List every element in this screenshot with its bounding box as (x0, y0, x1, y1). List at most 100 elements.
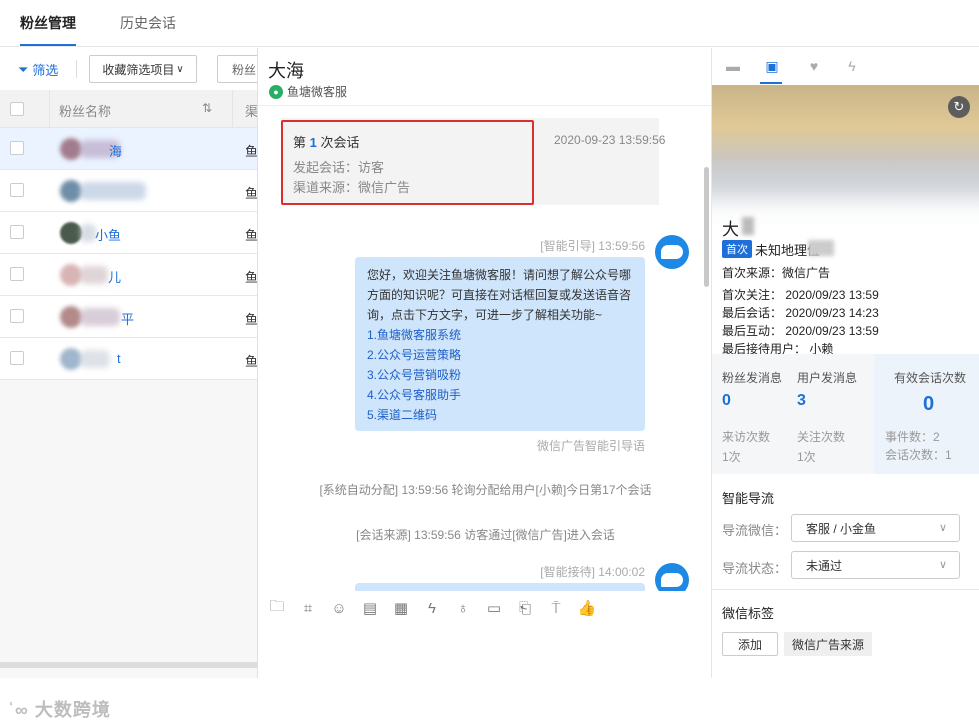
guide-status-select[interactable]: 未通过 ∨ (791, 551, 960, 579)
contact-card-icon[interactable]: ▣ (763, 57, 781, 75)
session-title: 第 1 次会话 (293, 132, 360, 151)
chevron-down-icon: ∨ (176, 63, 184, 75)
message-text: 您好，欢迎关注鱼塘微客服！请问想了解公众号哪方面的知识呢？可直接在对话框回复或发… (367, 268, 632, 322)
message-link[interactable]: 1.鱼塘微客服系统 (367, 325, 633, 345)
sort-icon[interactable]: ⇅ (202, 101, 212, 115)
table-header: 粉丝名称 ⇅ 渠 (0, 90, 260, 380)
name-blur (80, 182, 146, 200)
row-checkbox[interactable] (10, 225, 24, 239)
session-prefix: 第 (293, 135, 307, 150)
session-time: 2020-09-23 13:59:56 (554, 133, 666, 147)
table-row[interactable]: t 鱼 (0, 338, 260, 380)
row-checkbox[interactable] (10, 309, 24, 323)
horizontal-scrollbar[interactable] (0, 662, 260, 668)
message-link[interactable]: 2.公众号运营策略 (367, 345, 633, 365)
message-link[interactable]: 4.公众号客服助手 (367, 385, 633, 405)
sticker-icon[interactable]: ⎗ (516, 599, 534, 617)
name-blur (742, 217, 754, 235)
profile-tabs: ▬ ▣ ♥ ϟ (712, 48, 979, 85)
row-checkbox[interactable] (10, 267, 24, 281)
select-all-checkbox[interactable] (10, 102, 24, 116)
location-blur (808, 240, 834, 256)
divider (76, 60, 77, 78)
column-divider (232, 90, 233, 128)
filter-button[interactable]: ⏷ 筛选 (18, 60, 58, 79)
table-row[interactable]: 小鱼 鱼 (0, 212, 260, 254)
chat-header: 大海 ● 鱼塘微客服 (258, 48, 711, 106)
user-msgs-value: 3 (797, 392, 806, 409)
message-link[interactable]: 3.公众号营销吸粉 (367, 365, 633, 385)
fav-filter-dropdown[interactable]: 收藏筛选项目 ∨ (89, 55, 197, 83)
add-tag-button[interactable]: 添加 (722, 632, 778, 656)
divider (712, 589, 979, 590)
profile-name: 大 (722, 220, 739, 239)
tag-chip[interactable]: 微信广告来源 (784, 632, 872, 656)
filter-bar: ⏷ 筛选 收藏筛选项目 ∨ 粉丝 (0, 48, 277, 90)
table-row[interactable]: 平 鱼 (0, 296, 260, 338)
filter-icon: ⏷ (18, 61, 29, 77)
chat-title: 大海 (268, 61, 304, 81)
fan-name: 平 (121, 312, 135, 327)
card-icon[interactable]: ▭ (485, 599, 503, 617)
lightning-icon[interactable]: ϟ (843, 57, 861, 75)
session-suffix: 次会话 (320, 135, 360, 150)
active-tab-indicator (760, 82, 782, 84)
filter-label: 筛选 (32, 63, 59, 78)
chat-scrollbar[interactable] (704, 167, 709, 287)
document-icon[interactable]: ▤ (361, 599, 379, 617)
message-meta: [智能引导] 13:59:56 (540, 239, 645, 253)
system-message: [会话来源] 13:59:56 访客通过[微信广告]进入会话 (356, 528, 615, 542)
first-visit-badge: 首次 (722, 240, 752, 258)
microphone-icon[interactable]: ♁ (454, 599, 472, 617)
fan-msgs-label: 粉丝发消息 (722, 371, 783, 385)
chat-bubble-icon[interactable]: ▬ (724, 57, 742, 75)
session-initiator: 发起会话：访客 (293, 160, 385, 175)
layout-icon[interactable]: ▦ (392, 599, 410, 617)
last-interact: 最后互动： 2020/09/23 13:59 (722, 324, 879, 338)
tab-history-sessions[interactable]: 历史会话 (120, 13, 176, 33)
chevron-down-icon: ∨ (938, 522, 947, 534)
emoji-icon[interactable]: ☺ (330, 599, 348, 617)
fan-name: 小鱼 (95, 228, 122, 243)
first-source: 首次来源：微信广告 (722, 266, 831, 280)
avatar (60, 306, 82, 328)
valid-sessions-label: 有效会话次数 (894, 371, 967, 385)
row-checkbox[interactable] (10, 141, 24, 155)
heart-icon[interactable]: ♥ (805, 57, 823, 75)
fan-name: 海 (109, 144, 123, 159)
table-row[interactable]: 鱼 (0, 170, 260, 212)
guide-wechat-select[interactable]: 客服 / 小金鱼 ∨ (791, 514, 960, 542)
first-follow: 首次关注： 2020/09/23 13:59 (722, 288, 879, 302)
chat-source-label: 鱼塘微客服 (287, 85, 348, 99)
table-row[interactable]: 儿 鱼 (0, 254, 260, 296)
follows-label: 关注次数 (797, 430, 846, 444)
lightning-icon[interactable]: ϟ (423, 599, 441, 617)
watermark-text: 大数跨境 (34, 700, 111, 720)
fan-name: t (117, 351, 121, 366)
system-message: [系统自动分配] 13:59:56 轮询分配给用户[小赖]今日第17个会话 (319, 483, 652, 497)
fans-table: 粉丝名称 ⇅ 渠 海 鱼 鱼 小鱼 鱼 儿 鱼 平 鱼 t 鱼 (0, 90, 260, 380)
folder-icon[interactable]: 🗀 (268, 598, 286, 617)
message-bubble: 您好，欢迎关注鱼塘微客服！请问想了解公众号哪方面的知识呢？可直接在对话框回复或发… (355, 257, 645, 431)
pushpin-icon[interactable]: ⍑ (547, 599, 565, 617)
tab-fans-management[interactable]: 粉丝管理 (20, 13, 76, 33)
table-row[interactable]: 海 鱼 (0, 128, 260, 170)
active-tab-indicator (20, 44, 76, 46)
name-blur (80, 224, 96, 242)
message-bubble (355, 583, 645, 591)
name-blur (80, 350, 110, 368)
guide-wechat-value: 客服 / 小金鱼 (806, 521, 877, 536)
thumbs-up-icon[interactable]: 👍 (578, 599, 597, 617)
visits-value: 1次 (722, 450, 741, 464)
crop-icon[interactable]: ⌗ (299, 599, 317, 617)
wechat-icon: ● (269, 84, 283, 99)
refresh-icon[interactable]: ↻ (948, 96, 970, 118)
row-checkbox[interactable] (10, 183, 24, 197)
row-checkbox[interactable] (10, 351, 24, 365)
guide-status-label: 导流状态： (722, 561, 788, 576)
message-meta: [智能接待] 14:00:02 (540, 565, 645, 579)
message-link[interactable]: 5.渠道二维码 (367, 405, 633, 425)
guide-status-value: 未通过 (806, 558, 843, 573)
tags-title: 微信标签 (722, 606, 775, 621)
chat-messages[interactable]: 第 1 次会话 发起会话：访客 渠道来源：微信广告 2020-09-23 13:… (258, 107, 713, 591)
